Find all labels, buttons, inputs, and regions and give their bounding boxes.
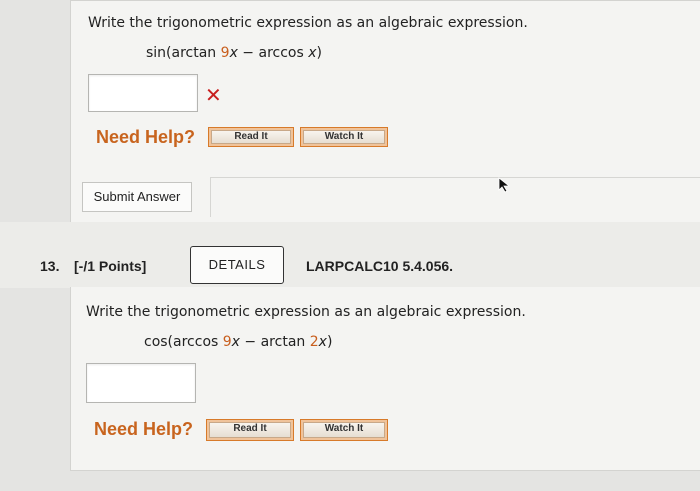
submit-answer-button[interactable]: Submit Answer (82, 182, 192, 212)
question-13-points: [-/1 Points] (74, 258, 147, 274)
expr-text: ) (326, 334, 333, 350)
expr-text: − arctan (239, 334, 310, 350)
details-button[interactable]: DETAILS (190, 246, 284, 284)
mouse-pointer-icon (498, 177, 511, 193)
read-it-label: Read It (211, 130, 291, 144)
divider (210, 177, 211, 217)
expr-text: − arccos (237, 45, 309, 61)
expr-text: sin(arctan (146, 45, 221, 61)
question-12-answer-input[interactable] (88, 74, 198, 112)
question-12-prompt: Write the trigonometric expression as an… (88, 15, 528, 31)
need-help-label: Need Help? (94, 419, 194, 439)
expr-text: ) (316, 45, 322, 61)
question-13-answer-input[interactable] (86, 363, 196, 403)
watch-it-button[interactable]: Watch It (300, 127, 388, 147)
expr-variable: x (231, 334, 240, 350)
question-13-prompt: Write the trigonometric expression as an… (86, 304, 526, 320)
expr-variable: x (229, 45, 238, 61)
expr-coefficient: 9 (220, 45, 230, 61)
question-12-expression: sin(arctan 9x − arccos x) (146, 45, 322, 61)
question-13-code: LARPCALC10 5.4.056. (306, 258, 454, 274)
expr-text: cos(arccos (144, 334, 223, 350)
divider (210, 177, 700, 178)
watch-it-label: Watch It (303, 130, 385, 144)
expr-coefficient: 9 (222, 334, 232, 350)
need-help-label: Need Help? (96, 127, 196, 147)
watch-it-label: Watch It (303, 422, 385, 438)
question-13-number: 13. (40, 258, 60, 274)
question-13-header-band (0, 222, 700, 288)
expr-variable: x (308, 45, 317, 61)
read-it-label: Read It (209, 422, 291, 438)
x-mark-icon: ✕ (205, 83, 222, 107)
watch-it-button[interactable]: Watch It (300, 419, 388, 441)
read-it-button[interactable]: Read It (208, 127, 294, 147)
expr-variable: x (318, 334, 327, 350)
read-it-button[interactable]: Read It (206, 419, 294, 441)
question-13-expression: cos(arccos 9x − arctan 2x) (144, 334, 332, 350)
expr-coefficient: 2 (309, 334, 319, 350)
